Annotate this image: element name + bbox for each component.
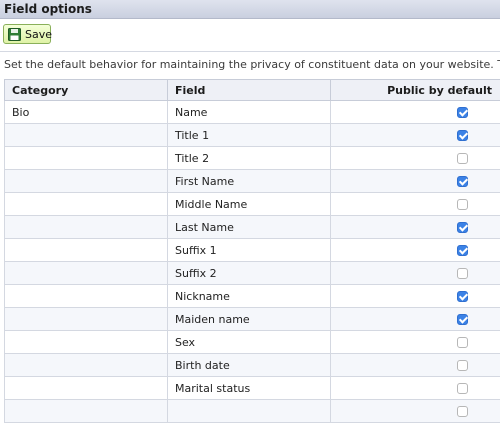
row-field-name: Middle Name bbox=[168, 193, 331, 216]
table-row: Suffix 2 bbox=[5, 262, 500, 285]
save-button-label: Save bbox=[25, 28, 52, 41]
row-field-name: Maiden name bbox=[168, 308, 331, 331]
table-row: Maiden name bbox=[5, 308, 500, 331]
row-public-cell bbox=[331, 101, 500, 124]
table-row bbox=[5, 400, 500, 423]
row-category bbox=[5, 308, 168, 331]
save-button[interactable]: Save bbox=[3, 24, 51, 44]
public-by-default-checkbox[interactable] bbox=[457, 291, 468, 302]
row-field-name: Name bbox=[168, 101, 331, 124]
public-by-default-checkbox[interactable] bbox=[457, 383, 468, 394]
public-by-default-checkbox[interactable] bbox=[457, 406, 468, 417]
row-public-cell bbox=[331, 216, 500, 239]
public-by-default-checkbox[interactable] bbox=[457, 199, 468, 210]
row-category bbox=[5, 377, 168, 400]
header-category: Category bbox=[5, 80, 168, 101]
table-row: BioName bbox=[5, 101, 500, 124]
header-field: Field bbox=[168, 80, 331, 101]
row-category bbox=[5, 124, 168, 147]
row-category bbox=[5, 170, 168, 193]
row-category bbox=[5, 331, 168, 354]
row-public-cell bbox=[331, 124, 500, 147]
row-public-cell bbox=[331, 377, 500, 400]
table-row: First Name bbox=[5, 170, 500, 193]
table-row: Marital status bbox=[5, 377, 500, 400]
row-field-name: Marital status bbox=[168, 377, 331, 400]
panel-title: Field options bbox=[4, 2, 92, 16]
row-field-name: Sex bbox=[168, 331, 331, 354]
public-by-default-checkbox[interactable] bbox=[457, 153, 468, 164]
public-by-default-checkbox[interactable] bbox=[457, 245, 468, 256]
row-category: Bio bbox=[5, 101, 168, 124]
row-public-cell bbox=[331, 331, 500, 354]
row-public-cell bbox=[331, 354, 500, 377]
table-row: Birth date bbox=[5, 354, 500, 377]
table-row: Sex bbox=[5, 331, 500, 354]
public-by-default-checkbox[interactable] bbox=[457, 176, 468, 187]
field-options-table: Category Field Public by default BioName… bbox=[4, 79, 500, 423]
row-category bbox=[5, 239, 168, 262]
row-field-name: Suffix 2 bbox=[168, 262, 331, 285]
row-category bbox=[5, 285, 168, 308]
row-field-name: Title 1 bbox=[168, 124, 331, 147]
row-field-name bbox=[168, 400, 331, 423]
public-by-default-checkbox[interactable] bbox=[457, 360, 468, 371]
public-by-default-checkbox[interactable] bbox=[457, 130, 468, 141]
row-field-name: Last Name bbox=[168, 216, 331, 239]
row-field-name: Birth date bbox=[168, 354, 331, 377]
table-header-row: Category Field Public by default bbox=[5, 80, 500, 101]
row-public-cell bbox=[331, 285, 500, 308]
row-category bbox=[5, 262, 168, 285]
row-category bbox=[5, 400, 168, 423]
public-by-default-checkbox[interactable] bbox=[457, 107, 468, 118]
row-public-cell bbox=[331, 308, 500, 331]
table-row: Title 2 bbox=[5, 147, 500, 170]
row-category bbox=[5, 193, 168, 216]
table-row: Middle Name bbox=[5, 193, 500, 216]
row-field-name: Title 2 bbox=[168, 147, 331, 170]
floppy-disk-icon bbox=[8, 28, 21, 41]
row-field-name: Nickname bbox=[168, 285, 331, 308]
public-by-default-checkbox[interactable] bbox=[457, 268, 468, 279]
row-public-cell bbox=[331, 262, 500, 285]
table-row: Title 1 bbox=[5, 124, 500, 147]
row-field-name: Suffix 1 bbox=[168, 239, 331, 262]
row-public-cell bbox=[331, 400, 500, 423]
table-row: Last Name bbox=[5, 216, 500, 239]
row-category bbox=[5, 216, 168, 239]
table-row: Suffix 1 bbox=[5, 239, 500, 262]
panel-title-bar: Field options bbox=[0, 0, 500, 19]
public-by-default-checkbox[interactable] bbox=[457, 314, 468, 325]
row-category bbox=[5, 147, 168, 170]
table-row: Nickname bbox=[5, 285, 500, 308]
row-public-cell bbox=[331, 193, 500, 216]
row-field-name: First Name bbox=[168, 170, 331, 193]
row-public-cell bbox=[331, 170, 500, 193]
row-public-cell bbox=[331, 147, 500, 170]
row-category bbox=[5, 354, 168, 377]
row-public-cell bbox=[331, 239, 500, 262]
toolbar: Save bbox=[0, 19, 500, 52]
page-description: Set the default behavior for maintaining… bbox=[4, 58, 500, 71]
public-by-default-checkbox[interactable] bbox=[457, 337, 468, 348]
header-public-by-default: Public by default bbox=[331, 80, 500, 101]
public-by-default-checkbox[interactable] bbox=[457, 222, 468, 233]
